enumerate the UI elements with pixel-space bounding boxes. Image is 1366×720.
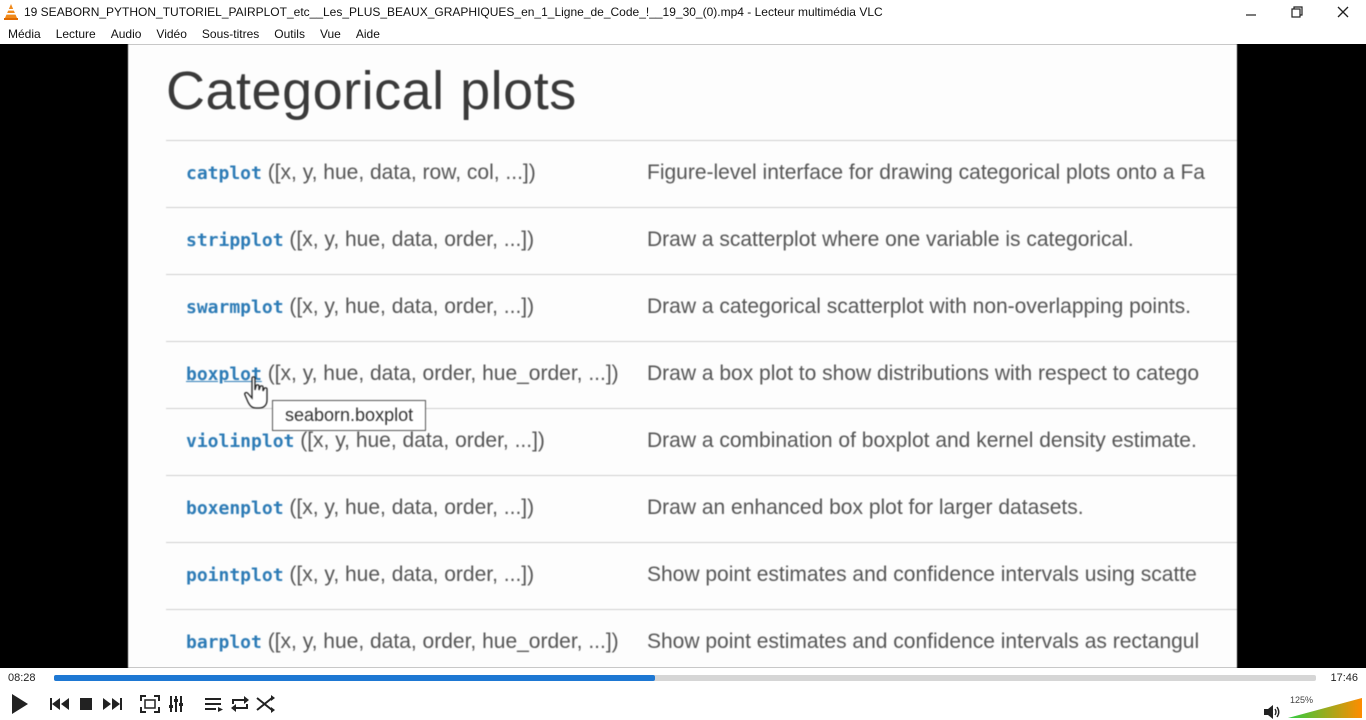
doc-function-args: ([x, y, hue, data, order, ...]): [283, 563, 535, 586]
vlc-logo-icon: [4, 4, 18, 20]
doc-function-args: ([x, y, hue, data, order, ...]): [294, 429, 545, 452]
doc-description: Draw a categorical scatterplot with non-…: [647, 295, 1191, 318]
doc-description: Draw a box plot to show distributions wi…: [647, 362, 1200, 385]
minimize-icon: [1246, 14, 1256, 16]
doc-function-name: swarmplot: [186, 297, 284, 318]
video-frame: Categorical plots catplot ([x, y, hue, d…: [128, 44, 1237, 668]
menu-subtitles[interactable]: Sous-titres: [202, 27, 259, 41]
extended-settings-icon: [169, 696, 183, 712]
loop-icon: [231, 696, 249, 712]
seek-progress: [54, 675, 655, 681]
volume-slider[interactable]: [1288, 696, 1362, 718]
hand-cursor-icon: [244, 376, 268, 409]
doc-function-args: ([x, y, hue, data, order, ...]): [283, 228, 535, 251]
doc-row: catplot ([x, y, hue, data, row, col, ...…: [166, 140, 1237, 207]
maximize-icon: [1291, 6, 1303, 18]
doc-function-args: ([x, y, hue, data, row, col, ...]): [261, 161, 536, 184]
seek-row: 08:28 17:46: [0, 668, 1366, 688]
next-icon: [103, 698, 122, 710]
doc-row: stripplot ([x, y, hue, data, order, ...]…: [166, 207, 1237, 274]
window-title: 19 SEABORN_PYTHON_TUTORIEL_PAIRPLOT_etc_…: [24, 5, 883, 19]
maximize-button[interactable]: [1274, 0, 1320, 24]
playlist-icon: [205, 698, 223, 712]
fullscreen-button[interactable]: [137, 692, 163, 716]
volume-icon[interactable]: [1263, 704, 1281, 720]
menu-video[interactable]: Vidéo: [156, 27, 186, 41]
close-icon: [1337, 6, 1349, 18]
doc-description: Figure-level interface for drawing categ…: [647, 161, 1205, 184]
close-button[interactable]: [1320, 0, 1366, 24]
minimize-button[interactable]: [1228, 0, 1274, 24]
menu-bar: Média Lecture Audio Vidéo Sous-titres Ou…: [0, 24, 1366, 44]
doc-function-name: barplot: [186, 632, 262, 653]
seek-slider[interactable]: [54, 675, 1316, 681]
doc-function-args: ([x, y, hue, data, order, hue_order, ...…: [261, 362, 619, 385]
doc-description: Draw a scatterplot where one variable is…: [647, 228, 1134, 251]
menu-media[interactable]: Média: [8, 27, 41, 41]
play-icon: [12, 694, 28, 714]
doc-row: boxenplot ([x, y, hue, data, order, ...]…: [166, 475, 1237, 542]
video-heading: Categorical plots: [166, 61, 577, 121]
menu-view[interactable]: Vue: [320, 27, 341, 41]
total-time: 17:46: [1330, 672, 1358, 684]
current-time: 08:28: [8, 672, 36, 684]
doc-row: swarmplot ([x, y, hue, data, order, ...]…: [166, 274, 1237, 341]
doc-function-args: ([x, y, hue, data, order, ...]): [283, 295, 535, 318]
doc-description: Draw an enhanced box plot for larger dat…: [647, 496, 1084, 519]
doc-function-name: catplot: [186, 163, 262, 184]
previous-icon: [50, 698, 69, 710]
fullscreen-icon: [140, 695, 160, 713]
volume-fill: [1288, 698, 1362, 718]
doc-row: barplot ([x, y, hue, data, order, hue_or…: [166, 609, 1237, 668]
next-button[interactable]: [99, 692, 125, 716]
link-tooltip: seaborn.boxplot: [272, 400, 427, 431]
stop-icon: [80, 698, 92, 710]
extended-settings-button[interactable]: [163, 692, 189, 716]
play-button[interactable]: [6, 692, 32, 716]
title-bar: 19 SEABORN_PYTHON_TUTORIEL_PAIRPLOT_etc_…: [0, 0, 1366, 24]
stop-button[interactable]: [73, 692, 99, 716]
doc-function-args: ([x, y, hue, data, order, ...]): [283, 496, 535, 519]
doc-function-name: pointplot: [186, 565, 284, 586]
doc-row: boxplot ([x, y, hue, data, order, hue_or…: [166, 341, 1237, 408]
control-bar: [0, 688, 1366, 720]
playlist-button[interactable]: [201, 692, 227, 716]
loop-button[interactable]: [227, 692, 253, 716]
previous-button[interactable]: [47, 692, 73, 716]
menu-tools[interactable]: Outils: [274, 27, 305, 41]
doc-function-name: boxenplot: [186, 498, 284, 519]
menu-audio[interactable]: Audio: [111, 27, 142, 41]
doc-description: Draw a combination of boxplot and kernel…: [647, 429, 1197, 452]
doc-function-name: stripplot: [186, 230, 284, 251]
shuffle-button[interactable]: [253, 692, 279, 716]
doc-row: pointplot ([x, y, hue, data, order, ...]…: [166, 542, 1237, 609]
doc-function-name: violinplot: [186, 431, 295, 452]
menu-help[interactable]: Aide: [356, 27, 380, 41]
shuffle-icon: [256, 695, 275, 713]
video-area[interactable]: Categorical plots catplot ([x, y, hue, d…: [0, 44, 1366, 668]
doc-description: Show point estimates and confidence inte…: [647, 563, 1197, 586]
doc-description: Show point estimates and confidence inte…: [647, 630, 1200, 653]
doc-function-args: ([x, y, hue, data, order, hue_order, ...…: [261, 630, 619, 653]
menu-lecture[interactable]: Lecture: [56, 27, 96, 41]
